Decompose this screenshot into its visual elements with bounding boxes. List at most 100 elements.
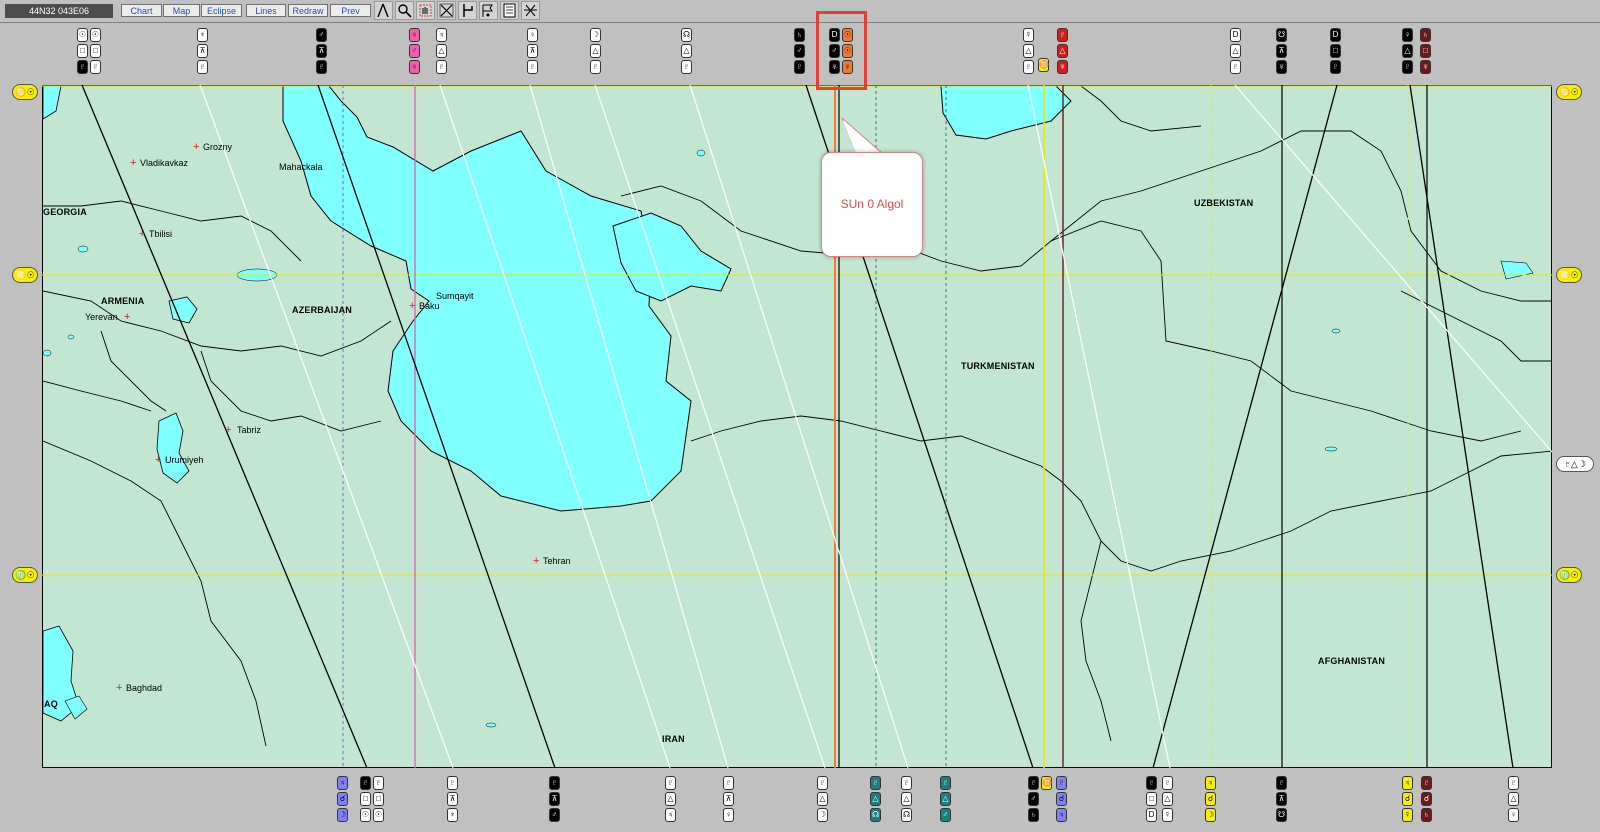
bottom-glyph-stack[interactable]: ♇ △ ☊ bbox=[870, 776, 883, 824]
top-glyph-stack[interactable]: ♄ □ ♅ bbox=[1420, 28, 1433, 76]
bottom-glyph-stack[interactable]: ♇ □ D bbox=[1146, 776, 1159, 824]
lines-button[interactable]: Lines bbox=[246, 4, 286, 17]
redraw-button[interactable]: Redraw bbox=[288, 4, 328, 17]
square-aspect-icon: □ bbox=[1330, 44, 1341, 58]
chart-button[interactable]: Chart bbox=[121, 4, 162, 17]
bottom-glyph-stack[interactable]: ♇ ♂ ♄ bbox=[1028, 776, 1041, 824]
top-glyph-stack[interactable]: ☽ △ ♇ bbox=[590, 28, 603, 76]
top-glyph-stack[interactable]: ♊ bbox=[1038, 58, 1051, 74]
mars-glyph-icon: ♂ bbox=[316, 28, 327, 42]
pluto-glyph-icon: ♇ bbox=[1056, 776, 1067, 790]
prev-button[interactable]: Prev bbox=[330, 4, 371, 17]
pluto-glyph-icon: ♇ bbox=[1230, 60, 1241, 74]
trine-aspect-icon: △ bbox=[681, 44, 692, 58]
pluto-glyph-icon: ♇ bbox=[447, 776, 458, 790]
bottom-glyph-stack[interactable]: ♇ □ ☉ bbox=[373, 776, 386, 824]
node-glyph-icon: ☊ bbox=[901, 808, 912, 822]
quincunx-aspect-icon: ⊼ bbox=[549, 792, 560, 806]
highlight-box bbox=[816, 11, 867, 90]
trine-aspect-icon: △ bbox=[940, 792, 951, 806]
bottom-glyph-stack[interactable]: ♃ ☌ ☽ bbox=[337, 776, 350, 824]
point-flag-icon[interactable] bbox=[479, 1, 498, 20]
top-glyph-stack[interactable]: D □ ♇ bbox=[1330, 28, 1343, 76]
sun-glyph-icon: ☉ bbox=[373, 808, 384, 822]
cross-cut-icon[interactable] bbox=[437, 1, 456, 20]
square-aspect-icon: □ bbox=[90, 44, 101, 58]
bottom-glyph-stack[interactable]: ♇ ☌ ♄ bbox=[1421, 776, 1434, 824]
trine-aspect-icon: △ bbox=[901, 792, 912, 806]
city-marker: + bbox=[409, 300, 416, 312]
pluto-glyph-icon: ♇ bbox=[817, 776, 828, 790]
pluto-glyph-icon: ♇ bbox=[360, 776, 371, 790]
bottom-glyph-stack[interactable]: ♃ ☌ ☿ bbox=[1402, 776, 1415, 824]
crossing-lines-icon[interactable] bbox=[521, 1, 540, 20]
mercury-glyph-icon: ☿ bbox=[1402, 808, 1413, 822]
venus-glyph-icon: ♀ bbox=[723, 808, 734, 822]
sun-glyph-icon: ☉ bbox=[77, 28, 88, 42]
hand-icon[interactable] bbox=[416, 1, 435, 20]
neptune-glyph-icon: ♆ bbox=[197, 28, 208, 42]
mars-glyph-icon: ♂ bbox=[1028, 792, 1039, 806]
pluto-glyph-icon: ♇ bbox=[590, 60, 601, 74]
bottom-glyph-stack[interactable]: ♊ bbox=[1041, 776, 1054, 792]
callout-bubble: SUn 0 Algol bbox=[821, 152, 923, 257]
top-glyph-stack[interactable]: ♇ △ ♅ bbox=[1057, 28, 1070, 76]
top-glyph-stack[interactable]: ♄ ♂ ♇ bbox=[794, 28, 807, 76]
bottom-glyph-stack[interactable]: ♇ ☌ ♃ bbox=[1056, 776, 1069, 824]
gemini-glyph-icon: ♊ bbox=[1038, 58, 1049, 72]
node-glyph-icon: ☊ bbox=[870, 808, 881, 822]
city-marker: + bbox=[116, 682, 123, 694]
side-tag-right[interactable]: ♌☉ bbox=[1556, 267, 1582, 283]
mercury-glyph-icon: ☿ bbox=[1162, 808, 1173, 822]
side-tag-left[interactable]: ♌☉ bbox=[12, 267, 38, 283]
bottom-glyph-stack[interactable]: ♇ △ ♀ bbox=[1508, 776, 1521, 824]
side-tag-left[interactable]: ♍☉ bbox=[12, 567, 38, 583]
bottom-glyph-stack[interactable]: ♇ △ ♂ bbox=[940, 776, 953, 824]
pluto-glyph-icon: ♇ bbox=[901, 776, 912, 790]
bottom-glyph-stack[interactable]: ♃ ☌ ☽ bbox=[1205, 776, 1218, 824]
bottom-glyph-stack[interactable]: ♇ △ ♃ bbox=[665, 776, 678, 824]
trine-aspect-icon: △ bbox=[1508, 792, 1519, 806]
city-label: Tehran bbox=[543, 556, 571, 566]
pluto-glyph-icon: ♇ bbox=[1162, 776, 1173, 790]
top-glyph-stack[interactable]: ☉ □ ♇ bbox=[90, 28, 103, 76]
bottom-glyph-stack[interactable]: ♇ ⊼ ♂ bbox=[549, 776, 562, 824]
bottom-glyph-stack[interactable]: ♇ △ ☊ bbox=[901, 776, 914, 824]
paramagnet-icon[interactable] bbox=[458, 1, 477, 20]
bottom-glyph-stack[interactable]: ♇ △ ☽ bbox=[817, 776, 830, 824]
map-button[interactable]: Map bbox=[163, 4, 200, 17]
top-glyph-stack[interactable]: ♀ ⊼ ♇ bbox=[527, 28, 540, 76]
bottom-glyph-stack[interactable]: ♇ □ ☉ bbox=[360, 776, 373, 824]
top-glyph-stack[interactable]: ☊ △ ♇ bbox=[681, 28, 694, 76]
magnifier-icon[interactable] bbox=[395, 1, 414, 20]
top-glyph-stack[interactable]: ♅ ♂ ♅ bbox=[409, 28, 422, 76]
city-label: Vladikavkaz bbox=[140, 158, 189, 168]
bottom-glyph-stack[interactable]: ♇ ⊼ ☋ bbox=[1276, 776, 1289, 824]
top-glyph-stack[interactable]: ♃ △ ♇ bbox=[436, 28, 449, 76]
top-glyph-stack[interactable]: ♀ △ ♇ bbox=[1402, 28, 1415, 76]
quincunx-aspect-icon: ⊼ bbox=[447, 792, 458, 806]
document-icon[interactable] bbox=[500, 1, 519, 20]
bottom-glyph-stack[interactable]: ♇ △ ☿ bbox=[1162, 776, 1175, 824]
bottom-glyph-stack[interactable]: ♇ ⊼ ♆ bbox=[447, 776, 460, 824]
top-glyph-stack[interactable]: ☿ △ ♇ bbox=[1023, 28, 1036, 76]
side-tag-right[interactable]: ♍☉ bbox=[1556, 567, 1582, 583]
bottom-glyph-stack[interactable]: ♇ ⊼ ♀ bbox=[723, 776, 736, 824]
top-glyph-stack[interactable]: ♆ ⊼ ♇ bbox=[197, 28, 210, 76]
city-marker: + bbox=[533, 555, 540, 567]
top-glyph-stack[interactable]: ☋ ⊼ ♅ bbox=[1276, 28, 1289, 76]
country-label: GEORGIA bbox=[43, 207, 87, 217]
top-glyph-stack[interactable]: D △ ♇ bbox=[1230, 28, 1243, 76]
top-glyph-stack[interactable]: ♂ ⊼ ♇ bbox=[316, 28, 329, 76]
side-tag-right[interactable]: ♋☉ bbox=[1556, 84, 1582, 100]
side-tag-right-mid[interactable]: ♇△☽ bbox=[1556, 456, 1594, 472]
conjunction-aspect-icon: ☌ bbox=[337, 792, 348, 806]
compass-icon[interactable] bbox=[374, 1, 393, 20]
side-tag-left[interactable]: ♋☉ bbox=[12, 84, 38, 100]
jupiter-glyph-icon: ♃ bbox=[436, 28, 447, 42]
city-label: Tbilisi bbox=[149, 229, 173, 239]
top-glyph-stack[interactable]: ☉ □ ♇ bbox=[77, 28, 90, 76]
eclipse-button[interactable]: Eclipse bbox=[201, 4, 242, 17]
trine-aspect-icon: △ bbox=[590, 44, 601, 58]
pluto-glyph-icon: ♇ bbox=[1421, 776, 1432, 790]
